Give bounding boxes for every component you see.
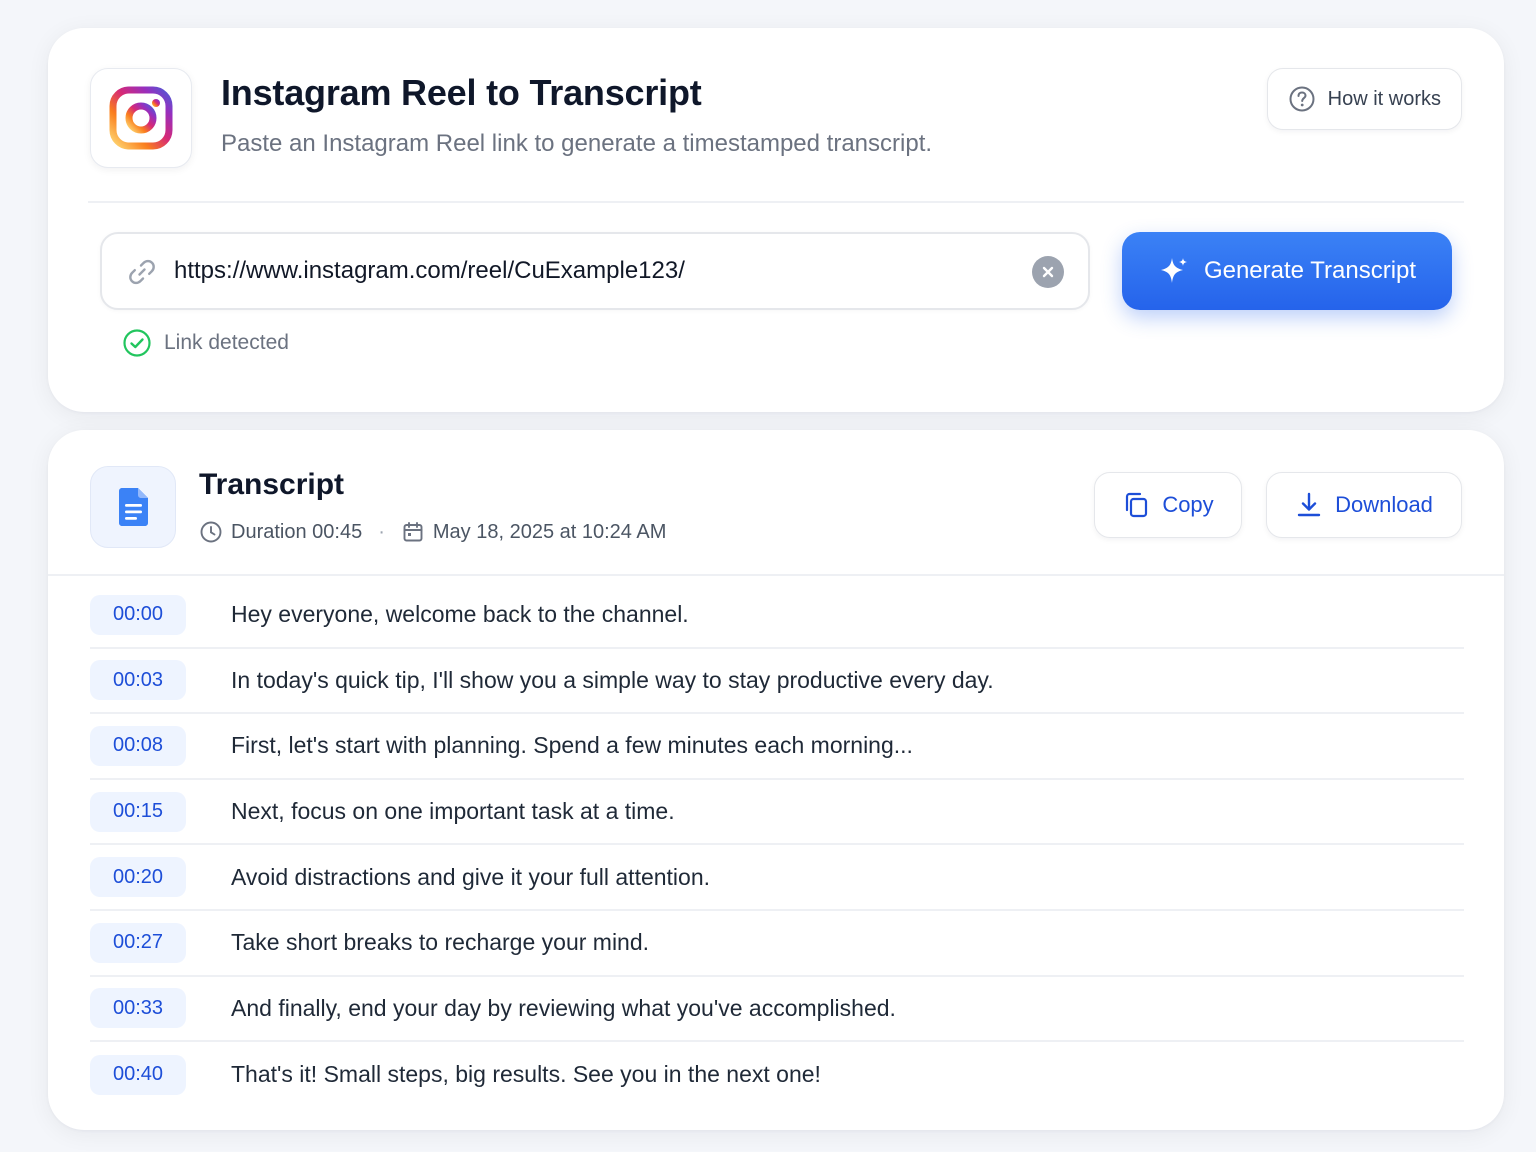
- transcript-icon-tile: [90, 466, 176, 548]
- instagram-icon: [109, 86, 173, 150]
- check-circle-icon: [123, 329, 151, 357]
- transcript-row: 00:15 Next, focus on one important task …: [90, 780, 1464, 846]
- transcript-card: Transcript Duration 00:45 · May 18, 2025…: [48, 430, 1504, 1130]
- transcript-meta: Duration 00:45 · May 18, 2025 at 10:24 A…: [199, 520, 666, 544]
- app-logo: [90, 68, 192, 168]
- duration-text: Duration 00:45: [231, 520, 363, 543]
- close-circle-icon: [1042, 266, 1054, 278]
- timestamp-badge[interactable]: 00:27: [90, 922, 186, 963]
- clear-url-button[interactable]: [1032, 256, 1064, 288]
- timestamp-badge[interactable]: 00:00: [90, 594, 186, 635]
- document-icon: [119, 488, 148, 526]
- date-text: May 18, 2025 at 10:24 AM: [432, 520, 667, 543]
- duration-meta: Duration 00:45: [199, 520, 362, 544]
- link-status: Link detected: [122, 328, 289, 358]
- transcript-line-text: Avoid distractions and give it your full…: [231, 863, 711, 890]
- download-icon: [1297, 492, 1321, 517]
- copy-button[interactable]: Copy: [1094, 472, 1242, 538]
- download-label: Download: [1335, 492, 1433, 517]
- page-subtitle: Paste an Instagram Reel link to generate…: [221, 130, 933, 157]
- timestamp-badge[interactable]: 00:40: [90, 1054, 186, 1095]
- calendar-icon: [403, 522, 423, 542]
- generate-transcript-button[interactable]: Generate Transcript: [1122, 232, 1452, 310]
- reel-url-input[interactable]: [174, 248, 1014, 294]
- date-meta: May 18, 2025 at 10:24 AM: [401, 520, 667, 544]
- transcript-divider: [48, 574, 1504, 576]
- transcript-line-text: First, let's start with planning. Spend …: [231, 732, 913, 759]
- link-status-text: Link detected: [164, 331, 289, 354]
- copy-icon: [1126, 492, 1148, 518]
- question-circle-icon: [1289, 86, 1315, 112]
- transcript-title: Transcript: [199, 468, 345, 501]
- transcript-row: 00:03 In today's quick tip, I'll show yo…: [90, 649, 1464, 715]
- how-it-works-button[interactable]: How it works: [1266, 68, 1462, 130]
- timestamp-badge[interactable]: 00:33: [90, 988, 186, 1029]
- transcript-line-text: That's it! Small steps, big results. See…: [231, 1061, 821, 1088]
- transcript-row: 00:00 Hey everyone, welcome back to the …: [90, 583, 1464, 649]
- link-input-card: Instagram Reel to Transcript Paste an In…: [48, 28, 1504, 412]
- transcript-line-text: And finally, end your day by reviewing w…: [231, 994, 896, 1021]
- clock-icon: [200, 521, 222, 543]
- timestamp-badge[interactable]: 00:20: [90, 857, 186, 898]
- meta-separator: ·: [378, 520, 385, 543]
- how-it-works-label: How it works: [1327, 87, 1441, 110]
- reel-url-field[interactable]: [100, 232, 1090, 310]
- transcript-row: 00:08 First, let's start with planning. …: [90, 714, 1464, 780]
- transcript-list: 00:00 Hey everyone, welcome back to the …: [90, 583, 1464, 1108]
- timestamp-badge[interactable]: 00:03: [90, 660, 186, 701]
- timestamp-badge[interactable]: 00:08: [90, 725, 186, 766]
- transcript-line-text: Next, focus on one important task at a t…: [231, 798, 675, 825]
- link-icon: [129, 259, 155, 285]
- generate-transcript-label: Generate Transcript: [1203, 257, 1417, 284]
- page-title: Instagram Reel to Transcript: [221, 72, 702, 113]
- copy-label: Copy: [1162, 492, 1214, 517]
- transcript-row: 00:40 That's it! Small steps, big result…: [90, 1042, 1464, 1108]
- header-divider: [88, 201, 1464, 203]
- transcript-row: 00:27 Take short breaks to recharge your…: [90, 911, 1464, 977]
- transcript-row: 00:20 Avoid distractions and give it you…: [90, 845, 1464, 911]
- transcript-line-text: In today's quick tip, I'll show you a si…: [231, 666, 994, 693]
- sparkle-icon: [1160, 258, 1187, 283]
- transcript-row: 00:33 And finally, end your day by revie…: [90, 977, 1464, 1043]
- timestamp-badge[interactable]: 00:15: [90, 791, 186, 832]
- transcript-line-text: Take short breaks to recharge your mind.: [231, 929, 650, 956]
- download-button[interactable]: Download: [1266, 472, 1462, 538]
- transcript-line-text: Hey everyone, welcome back to the channe…: [231, 601, 689, 628]
